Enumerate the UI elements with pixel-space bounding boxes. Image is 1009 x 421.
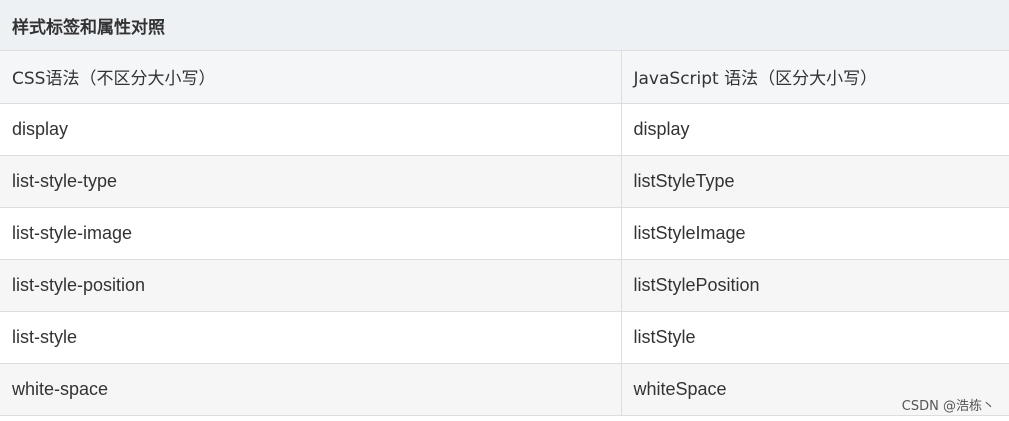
js-property-cell: listStyleType <box>620 155 1009 208</box>
js-property-cell: listStyle <box>620 311 1009 364</box>
table-row: list-style-type listStyleType <box>0 155 1009 208</box>
table-row: list-style-position listStylePosition <box>0 259 1009 312</box>
style-property-table: CSS语法（不区分大小写） JavaScript 语法（区分大小写） displ… <box>0 51 1009 416</box>
css-property-cell: list-style <box>0 311 621 364</box>
css-property-cell: white-space <box>0 363 621 416</box>
js-property-cell: listStylePosition <box>620 259 1009 312</box>
header-javascript-syntax: JavaScript 语法（区分大小写） <box>620 51 1009 104</box>
table-row: display display <box>0 103 1009 156</box>
js-property-cell: display <box>620 103 1009 156</box>
csdn-watermark: CSDN @浩栋丶 <box>901 399 995 414</box>
page: 样式标签和属性对照 CSS语法（不区分大小写） JavaScript 语法（区分… <box>0 0 1009 421</box>
css-property-cell: list-style-image <box>0 207 621 260</box>
js-property-cell: listStyleImage <box>620 207 1009 260</box>
css-property-cell: display <box>0 103 621 156</box>
table-row: white-space whiteSpace <box>0 363 1009 416</box>
header-css-syntax: CSS语法（不区分大小写） <box>0 51 621 104</box>
table-header-row: CSS语法（不区分大小写） JavaScript 语法（区分大小写） <box>0 51 1009 104</box>
css-property-cell: list-style-position <box>0 259 621 312</box>
table-row: list-style listStyle <box>0 311 1009 364</box>
css-property-cell: list-style-type <box>0 155 621 208</box>
table-row: list-style-image listStyleImage <box>0 207 1009 260</box>
table-caption: 样式标签和属性对照 <box>0 0 1009 51</box>
